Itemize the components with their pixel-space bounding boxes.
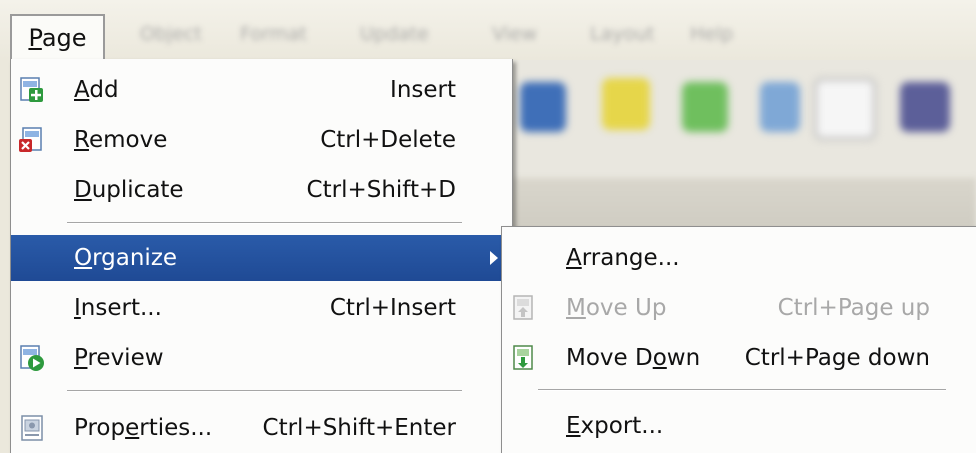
remove-page-icon	[19, 127, 42, 152]
label-rest: dd	[89, 77, 119, 103]
label-rest: wn	[666, 345, 701, 371]
menu-page-accel: P	[28, 24, 42, 52]
accel-letter: o	[652, 345, 667, 371]
label-rest: uplicate	[91, 177, 184, 203]
label-rest: rties...	[139, 415, 213, 441]
menu-item-remove[interactable]: Remove Ctrl+Delete	[11, 117, 512, 163]
menu-item-properties-shortcut: Ctrl+Shift+Enter	[262, 415, 456, 441]
menu-item-duplicate-label: Duplicate	[74, 167, 184, 213]
menu-item-duplicate-shortcut: Ctrl+Shift+D	[306, 177, 456, 203]
label-rest: emove	[88, 127, 168, 153]
accel-letter: M	[566, 295, 586, 321]
menu-item-blurred-5[interactable]: Layout	[590, 22, 655, 46]
label-pre: Move D	[566, 345, 653, 371]
menu-page[interactable]: Page	[10, 14, 105, 60]
menu-item-blurred-1[interactable]: Object	[140, 22, 202, 46]
menu-item-blurred-2[interactable]: Format	[240, 22, 307, 46]
menu-bar: Page Object Format Update View Layout He…	[0, 0, 976, 60]
toolbar-lightblue-icon	[760, 82, 800, 132]
menu-item-properties-label: Properties...	[74, 405, 212, 451]
menu-item-add-label: Add	[74, 67, 119, 113]
menu-item-organize[interactable]: Organize	[11, 235, 512, 281]
toolbar-background	[512, 60, 976, 230]
submenu-item-move-down-label: Move Down	[566, 335, 700, 381]
label-rest: ove Up	[585, 295, 667, 321]
submenu-arrow-icon	[490, 251, 498, 265]
menu-item-remove-label: Remove	[74, 117, 167, 163]
accel-letter: E	[566, 413, 581, 439]
menu-item-blurred-3[interactable]: Update	[360, 22, 429, 46]
menu-item-duplicate[interactable]: Duplicate Ctrl+Shift+D	[11, 167, 512, 213]
organize-submenu: Arrange... Move Up Ctrl+Page up Move Dow…	[501, 226, 976, 453]
menu-separator	[67, 390, 462, 392]
move-up-icon	[513, 295, 533, 320]
accel-letter: A	[74, 77, 90, 103]
submenu-item-move-up[interactable]: Move Up Ctrl+Page up	[502, 285, 976, 331]
accel-letter: P	[74, 345, 88, 371]
submenu-item-export[interactable]: Export...	[502, 403, 976, 449]
label-rest: review	[87, 345, 164, 371]
accel-letter: A	[566, 245, 582, 271]
menu-item-blurred-4[interactable]: View	[492, 22, 537, 46]
submenu-item-arrange[interactable]: Arrange...	[502, 235, 976, 281]
label-rest: nsert...	[80, 295, 162, 321]
submenu-item-export-label: Export...	[566, 403, 663, 449]
menu-item-insert-label: Insert...	[74, 285, 162, 331]
submenu-item-move-down-shortcut: Ctrl+Page down	[744, 345, 930, 371]
menu-item-insert[interactable]: Insert... Ctrl+Insert	[11, 285, 512, 331]
toolbar-yellow-icon	[602, 78, 650, 130]
accel-letter: R	[74, 127, 89, 153]
label-rest: xport...	[580, 413, 664, 439]
properties-icon	[21, 415, 43, 441]
submenu-item-move-up-shortcut: Ctrl+Page up	[777, 295, 930, 321]
page-menu: Add Insert Remove Ctrl+Delete Duplicate …	[10, 59, 513, 453]
label-rest: rganize	[92, 245, 178, 271]
menu-item-add-shortcut: Insert	[390, 77, 456, 103]
accel-letter: I	[74, 295, 81, 321]
label-pre: Prop	[74, 415, 126, 441]
menu-item-insert-shortcut: Ctrl+Insert	[329, 295, 456, 321]
preview-icon	[20, 345, 44, 371]
accel-letter: e	[125, 415, 140, 441]
toolbar-frame-icon	[814, 78, 876, 140]
submenu-item-arrange-label: Arrange...	[566, 235, 680, 281]
submenu-item-move-down[interactable]: Move Down Ctrl+Page down	[502, 335, 976, 381]
menu-item-preview-label: Preview	[74, 335, 164, 381]
label-rest: rrange...	[581, 245, 680, 271]
menu-item-preview[interactable]: Preview	[11, 335, 512, 381]
toolbar-blue-icon	[520, 82, 566, 132]
move-down-icon	[513, 345, 533, 370]
menu-separator	[67, 222, 462, 224]
menu-item-remove-shortcut: Ctrl+Delete	[320, 127, 456, 153]
menu-item-properties[interactable]: Properties... Ctrl+Shift+Enter	[11, 405, 512, 451]
toolbar-purple-icon	[900, 82, 950, 132]
menu-item-add[interactable]: Add Insert	[11, 67, 512, 113]
accel-letter: D	[74, 177, 92, 203]
menu-page-rest: age	[41, 24, 87, 52]
menu-separator	[538, 389, 946, 391]
toolbar-green-icon	[682, 82, 728, 132]
menu-item-blurred-6[interactable]: Help	[690, 22, 733, 46]
menu-item-organize-label: Organize	[74, 235, 177, 281]
toolbar-strip	[512, 178, 976, 230]
accel-letter: O	[74, 245, 93, 271]
submenu-item-move-up-label: Move Up	[566, 285, 666, 331]
app-window: Page Object Format Update View Layout He…	[0, 0, 976, 453]
add-page-icon	[20, 77, 43, 102]
